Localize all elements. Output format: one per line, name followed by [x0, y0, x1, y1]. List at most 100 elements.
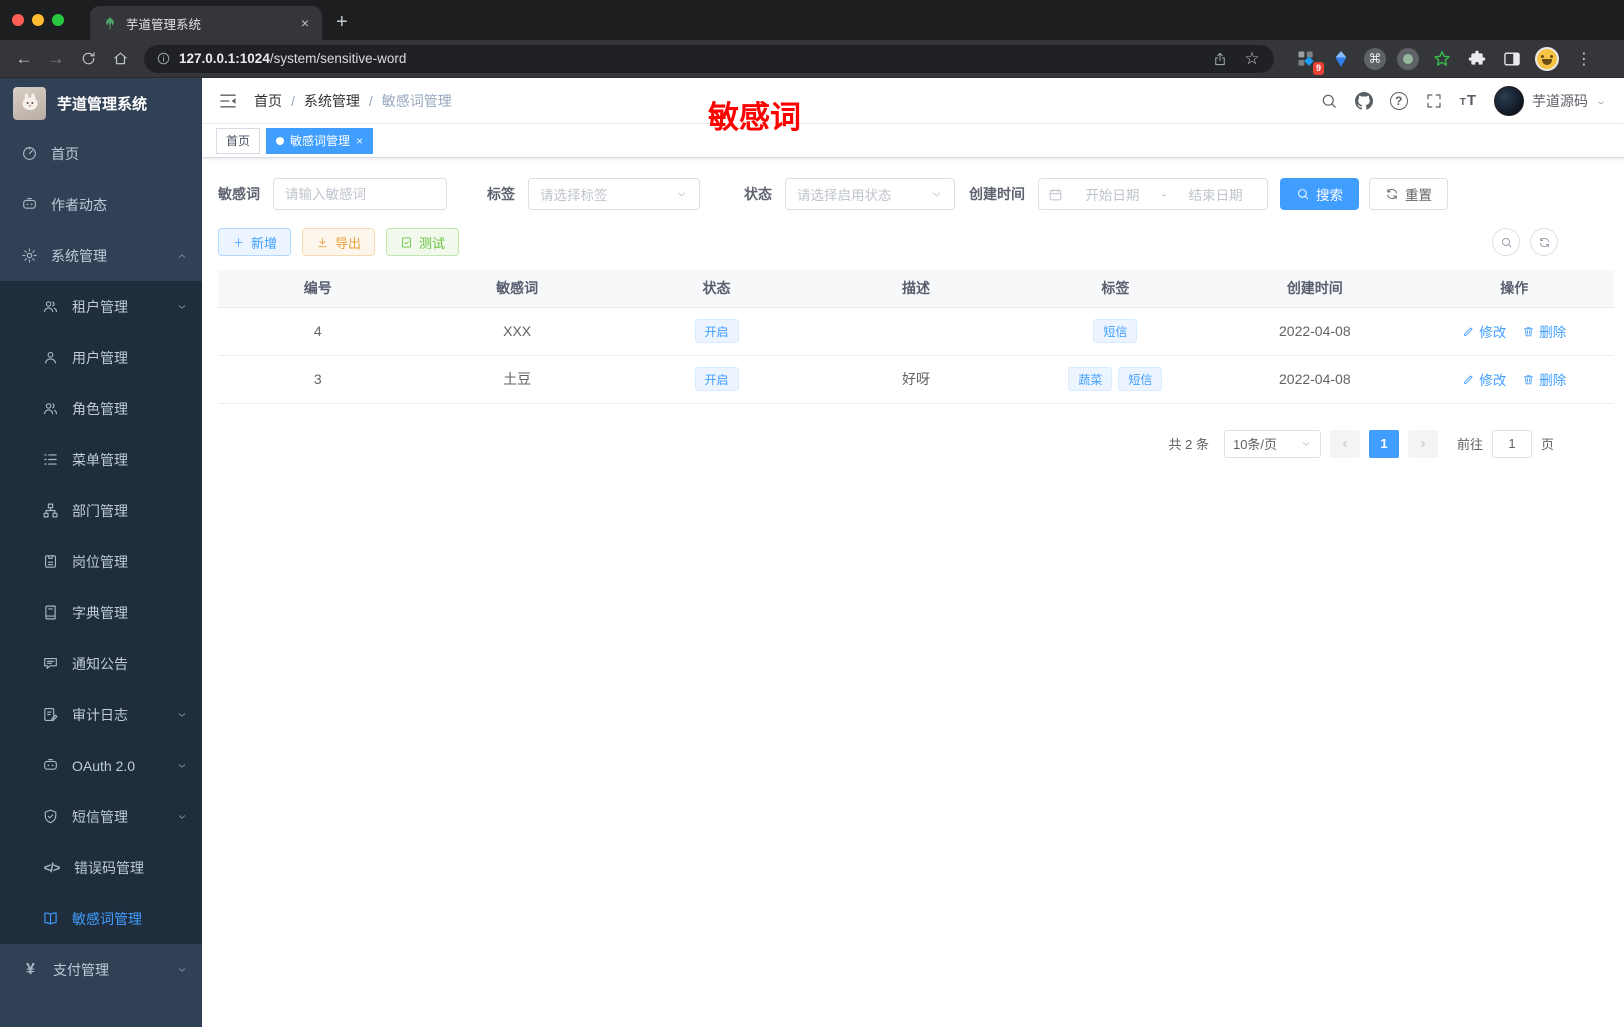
- extension-grid-button[interactable]: 9: [1294, 47, 1324, 75]
- bookmark-star-button[interactable]: ☆: [1240, 47, 1264, 71]
- test-button[interactable]: 测试: [386, 228, 460, 256]
- close-window-button[interactable]: [12, 14, 24, 26]
- star-extension-button[interactable]: [1430, 47, 1454, 71]
- sidebar-item-租户管理[interactable]: 租户管理: [0, 281, 202, 332]
- sidebar-item-label: 短信管理: [72, 808, 128, 825]
- sidebar-item-字典管理[interactable]: 字典管理: [0, 587, 202, 638]
- chevron-down-icon: [930, 188, 943, 201]
- sidebar-item-角色管理[interactable]: 角色管理: [0, 383, 202, 434]
- add-button[interactable]: 新增: [218, 228, 292, 256]
- sidebar-item-敏感词管理[interactable]: 敏感词管理: [0, 893, 202, 944]
- shield-icon: [42, 808, 59, 825]
- sidebar-logo[interactable]: 芋道管理系统: [0, 78, 202, 128]
- browser-menu-button[interactable]: ⋮: [1576, 49, 1592, 69]
- blue-gem-icon: [1331, 49, 1351, 69]
- zoom-window-button[interactable]: [52, 14, 64, 26]
- page-size-select[interactable]: 10条/页: [1223, 429, 1321, 458]
- cell-status: 开启: [616, 307, 817, 356]
- tag-select[interactable]: 请选择标签: [528, 178, 700, 210]
- search-button[interactable]: 搜索: [1280, 178, 1359, 210]
- green-dot-icon: [1403, 53, 1413, 64]
- font-size-icon[interactable]: TT: [1460, 92, 1477, 109]
- github-icon[interactable]: [1354, 91, 1373, 110]
- sidebar-item-label: 首页: [51, 145, 79, 162]
- tag-pill: 蔬菜: [1068, 367, 1113, 391]
- sidebar-item-系统管理[interactable]: 系统管理: [0, 230, 202, 281]
- sidebar-item-作者动态[interactable]: 作者动态: [0, 179, 202, 230]
- command-extension-button[interactable]: ⌘: [1364, 47, 1386, 70]
- cell-word: XXX: [417, 307, 617, 356]
- tag-label: 首页: [226, 134, 251, 148]
- sidebar-item-错误码管理[interactable]: </> 错误码管理: [0, 842, 202, 893]
- next-page-button[interactable]: ›: [1407, 429, 1438, 458]
- dot-extension-button[interactable]: [1397, 47, 1419, 70]
- profile-avatar[interactable]: [1535, 46, 1559, 71]
- traffic-lights: [0, 0, 76, 40]
- sidebar-item-审计日志[interactable]: 审计日志: [0, 689, 202, 740]
- search-icon[interactable]: [1320, 92, 1338, 110]
- prev-page-button[interactable]: ‹: [1329, 429, 1360, 458]
- sidebar-item-菜单管理[interactable]: 菜单管理: [0, 434, 202, 485]
- app-shell: 芋道管理系统 首页 作者动态 系统管理 租户管理 用户管理 角色管理 菜单管理 部门管理 岗位管…: [0, 78, 1624, 1027]
- browser-tab[interactable]: 芋道管理系统 ×: [90, 6, 322, 40]
- sidebar-item-label: 菜单管理: [72, 451, 128, 468]
- new-tab-button[interactable]: +: [336, 11, 348, 34]
- extension-gem-button[interactable]: [1329, 47, 1353, 71]
- plus-icon: [232, 236, 245, 249]
- edit-link[interactable]: 修改: [1462, 321, 1506, 341]
- main-area: 敏感词 首页 / 系统管理 / 敏感词管理 ? TT 芋道源码 首页 敏感词管理 × 敏感词: [202, 78, 1624, 1027]
- tag-首页[interactable]: 首页: [216, 127, 261, 154]
- home-button[interactable]: [106, 45, 134, 73]
- delete-link[interactable]: 删除: [1522, 369, 1566, 389]
- forward-button[interactable]: →: [42, 45, 70, 73]
- sidebar-item-label: 岗位管理: [72, 553, 128, 570]
- fullscreen-icon[interactable]: [1425, 92, 1443, 110]
- chevron-down-icon: [176, 760, 188, 772]
- collapse-sidebar-icon[interactable]: [218, 91, 238, 111]
- tab-favicon-leaf-icon: [102, 15, 118, 31]
- close-icon[interactable]: ×: [356, 134, 363, 148]
- status-select[interactable]: 请选择启用状态: [785, 178, 955, 210]
- goto-page-input[interactable]: [1491, 429, 1532, 458]
- refresh-table-button[interactable]: [1530, 228, 1558, 256]
- status-label: 状态: [744, 186, 772, 202]
- user-icon: [42, 349, 59, 366]
- reload-button[interactable]: [74, 45, 102, 73]
- share-button[interactable]: [1208, 47, 1232, 71]
- sidebar-item-用户管理[interactable]: 用户管理: [0, 332, 202, 383]
- delete-link[interactable]: 删除: [1522, 321, 1566, 341]
- export-button[interactable]: 导出: [302, 228, 376, 256]
- date-range-picker[interactable]: 开始日期 - 结束日期: [1038, 178, 1268, 210]
- breadcrumb-separator: /: [291, 92, 295, 109]
- breadcrumb-item-首页[interactable]: 首页: [254, 91, 282, 111]
- column-header-敏感词: 敏感词: [417, 270, 617, 308]
- sidebar-item-岗位管理[interactable]: 岗位管理: [0, 536, 202, 587]
- reset-button[interactable]: 重置: [1369, 178, 1448, 210]
- tag-敏感词管理[interactable]: 敏感词管理 ×: [266, 127, 374, 154]
- back-button[interactable]: ←: [10, 45, 38, 73]
- keyword-input[interactable]: [285, 186, 435, 202]
- breadcrumb-item-系统管理[interactable]: 系统管理: [304, 91, 360, 111]
- sidebar-item-OAuth 2.0[interactable]: OAuth 2.0: [0, 740, 202, 791]
- page-number-1[interactable]: 1: [1368, 429, 1399, 458]
- toggle-search-button[interactable]: [1492, 228, 1520, 256]
- column-header-描述: 描述: [816, 270, 1016, 308]
- sidebar-item-label: 字典管理: [72, 604, 128, 621]
- address-bar[interactable]: 127.0.0.1:1024/system/sensitive-word ☆: [144, 44, 1274, 73]
- cell-id: 3: [218, 355, 418, 404]
- sidebar-item-首页[interactable]: 首页: [0, 128, 202, 179]
- sidebar-item-短信管理[interactable]: 短信管理: [0, 791, 202, 842]
- site-info-icon[interactable]: [156, 51, 171, 66]
- minimize-window-button[interactable]: [32, 14, 44, 26]
- tab-close-icon[interactable]: ×: [296, 14, 314, 32]
- user-menu[interactable]: 芋道源码: [1494, 85, 1606, 116]
- sidebar-item-部门管理[interactable]: 部门管理: [0, 485, 202, 536]
- edit-link[interactable]: 修改: [1462, 369, 1506, 389]
- sidebar-item-label: 通知公告: [72, 655, 128, 672]
- sidebar-item-支付管理[interactable]: ¥ 支付管理: [0, 944, 202, 995]
- status-badge: 开启: [694, 367, 739, 391]
- help-icon[interactable]: ?: [1389, 91, 1408, 110]
- sidebar-item-通知公告[interactable]: 通知公告: [0, 638, 202, 689]
- side-panel-button[interactable]: [1500, 47, 1524, 71]
- extensions-puzzle-button[interactable]: [1465, 47, 1489, 71]
